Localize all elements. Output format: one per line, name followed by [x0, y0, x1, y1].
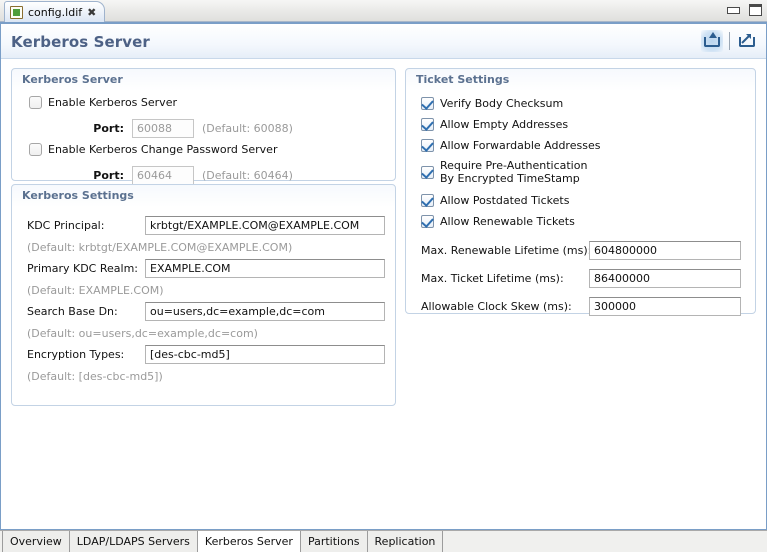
checkbox-enable-kerberos-server[interactable] [29, 96, 42, 109]
label-kerberos-server-port: Port: [57, 122, 124, 135]
section-ticket-settings: Ticket Settings Verify Body Checksum All… [405, 68, 756, 314]
checkbox-require-pre-authentication-row[interactable]: Require Pre-AuthenticationBy Encrypted T… [421, 160, 587, 185]
checkbox-allow-renewable-tickets-row[interactable]: Allow Renewable Tickets [421, 215, 575, 228]
hint-change-password-port: (Default: 60464) [202, 169, 293, 182]
input-search-base-dn[interactable]: ou=users,dc=example,dc=com [145, 302, 385, 321]
checkbox-require-pre-authentication[interactable] [421, 166, 434, 179]
label-kdc-principal: KDC Principal: [27, 219, 145, 232]
input-change-password-port[interactable]: 60464 [132, 166, 194, 185]
form-editor-area: Kerberos Server Kerberos Server [0, 22, 767, 530]
input-kerberos-server-port[interactable]: 60088 [132, 119, 194, 138]
page-tab-partitions[interactable]: Partitions [301, 531, 368, 552]
checkbox-enable-kerberos-change-password-server[interactable] [29, 143, 42, 156]
tray-shape [704, 37, 720, 47]
field-allowable-clock-skew-row: Allowable Clock Skew (ms): 300000 [421, 297, 741, 316]
page-tab-bar: Overview LDAP/LDAPS Servers Kerberos Ser… [0, 530, 767, 552]
restore-view-icon[interactable] [701, 30, 723, 52]
page-title: Kerberos Server [11, 33, 150, 51]
editor-tab-config-ldif[interactable]: config.ldif ✖ [4, 1, 105, 22]
input-kdc-principal[interactable]: krbtgt/EXAMPLE.COM@EXAMPLE.COM [145, 216, 385, 235]
checkbox-allow-renewable-tickets[interactable] [421, 215, 434, 228]
close-icon[interactable]: ✖ [87, 7, 96, 18]
checkbox-enable-kerberos-server-label: Enable Kerberos Server [48, 96, 177, 109]
checkbox-enable-change-password-row[interactable]: Enable Kerberos Change Password Server [29, 143, 277, 156]
field-encryption-types-row: Encryption Types: [des-cbc-md5] [27, 345, 385, 364]
label-max-renewable-lifetime: Max. Renewable Lifetime (ms): [421, 244, 589, 257]
arrow-up-shape [709, 32, 717, 38]
hint-kerberos-server-port: (Default: 60088) [202, 122, 293, 135]
hint-search-base-dn: (Default: ou=users,dc=example,dc=com) [27, 327, 258, 340]
checkbox-verify-body-checksum-label: Verify Body Checksum [440, 97, 563, 110]
input-allowable-clock-skew[interactable]: 300000 [589, 297, 741, 316]
checkbox-enable-kerberos-change-password-server-label: Enable Kerberos Change Password Server [48, 143, 277, 156]
editor-tab-label: config.ldif [28, 6, 82, 19]
page-tab-ldap-ldaps-servers[interactable]: LDAP/LDAPS Servers [70, 531, 198, 552]
checkbox-enable-kerberos-server-row[interactable]: Enable Kerberos Server [29, 96, 177, 109]
checkbox-allow-forwardable-addresses[interactable] [421, 139, 434, 152]
checkbox-allow-renewable-tickets-label: Allow Renewable Tickets [440, 215, 575, 228]
hint-kdc-principal: (Default: krbtgt/EXAMPLE.COM@EXAMPLE.COM… [27, 241, 292, 254]
ldif-file-icon [10, 6, 23, 19]
section-title-kerberos-settings: Kerberos Settings [22, 189, 134, 202]
window-controls [727, 4, 762, 16]
field-change-password-port-row: Port: 60464 (Default: 60464) [57, 166, 293, 185]
checkbox-allow-empty-addresses-row[interactable]: Allow Empty Addresses [421, 118, 568, 131]
label-change-password-port: Port: [57, 169, 124, 182]
label-max-ticket-lifetime: Max. Ticket Lifetime (ms): [421, 272, 589, 285]
section-body-ticket-settings: Verify Body Checksum Allow Empty Address… [406, 91, 755, 313]
label-allowable-clock-skew: Allowable Clock Skew (ms): [421, 300, 589, 313]
input-primary-kdc-realm[interactable]: EXAMPLE.COM [145, 259, 385, 278]
field-kdc-principal-row: KDC Principal: krbtgt/EXAMPLE.COM@EXAMPL… [27, 216, 385, 235]
section-title-ticket-settings: Ticket Settings [416, 73, 509, 86]
checkbox-verify-body-checksum-row[interactable]: Verify Body Checksum [421, 97, 563, 110]
form-header-toolbar [701, 30, 758, 52]
hint-primary-kdc-realm: (Default: EXAMPLE.COM) [27, 284, 164, 297]
maximize-button[interactable] [749, 4, 762, 16]
input-encryption-types[interactable]: [des-cbc-md5] [145, 345, 385, 364]
application-window: config.ldif ✖ Kerberos Server [0, 0, 767, 552]
field-max-renewable-lifetime-row: Max. Renewable Lifetime (ms): 604800000 [421, 241, 741, 260]
field-primary-kdc-realm-row: Primary KDC Realm: EXAMPLE.COM [27, 259, 385, 278]
checkbox-allow-forwardable-addresses-label: Allow Forwardable Addresses [440, 139, 600, 152]
page-tab-kerberos-server[interactable]: Kerberos Server [198, 531, 301, 552]
arrow-diagonal-shape [741, 33, 752, 44]
section-body-kerberos-settings: KDC Principal: krbtgt/EXAMPLE.COM@EXAMPL… [12, 207, 395, 405]
checkbox-allow-empty-addresses-label: Allow Empty Addresses [440, 118, 568, 131]
section-title-kerberos-server: Kerberos Server [22, 73, 123, 86]
checkbox-allow-empty-addresses[interactable] [421, 118, 434, 131]
checkbox-verify-body-checksum[interactable] [421, 97, 434, 110]
hint-encryption-types: (Default: [des-cbc-md5]) [27, 370, 163, 383]
checkbox-allow-postdated-tickets[interactable] [421, 194, 434, 207]
input-max-renewable-lifetime[interactable]: 604800000 [589, 241, 741, 260]
section-body-kerberos-server: Enable Kerberos Server Port: 60088 (Defa… [12, 91, 395, 180]
label-search-base-dn: Search Base Dn: [27, 305, 145, 318]
field-search-base-dn-row: Search Base Dn: ou=users,dc=example,dc=c… [27, 302, 385, 321]
input-max-ticket-lifetime[interactable]: 86400000 [589, 269, 741, 288]
checkbox-allow-postdated-tickets-row[interactable]: Allow Postdated Tickets [421, 194, 569, 207]
section-kerberos-settings: Kerberos Settings KDC Principal: krbtgt/… [11, 184, 396, 406]
field-kerberos-server-port-row: Port: 60088 (Default: 60088) [57, 119, 293, 138]
checkbox-allow-forwardable-addresses-row[interactable]: Allow Forwardable Addresses [421, 139, 600, 152]
toolbar-separator [729, 32, 730, 50]
checkbox-require-pre-authentication-label: Require Pre-AuthenticationBy Encrypted T… [440, 160, 587, 185]
page-tab-replication[interactable]: Replication [368, 531, 444, 552]
checkbox-allow-postdated-tickets-label: Allow Postdated Tickets [440, 194, 569, 207]
page-tab-overview[interactable]: Overview [2, 531, 70, 552]
section-kerberos-server: Kerberos Server Enable Kerberos Server P… [11, 68, 396, 181]
window-titlebar: config.ldif ✖ [0, 0, 767, 22]
maximize-view-icon[interactable] [736, 30, 758, 52]
label-encryption-types: Encryption Types: [27, 348, 145, 361]
minimize-button[interactable] [727, 7, 740, 14]
field-max-ticket-lifetime-row: Max. Ticket Lifetime (ms): 86400000 [421, 269, 741, 288]
form-header: Kerberos Server [1, 24, 766, 59]
label-primary-kdc-realm: Primary KDC Realm: [27, 262, 145, 275]
